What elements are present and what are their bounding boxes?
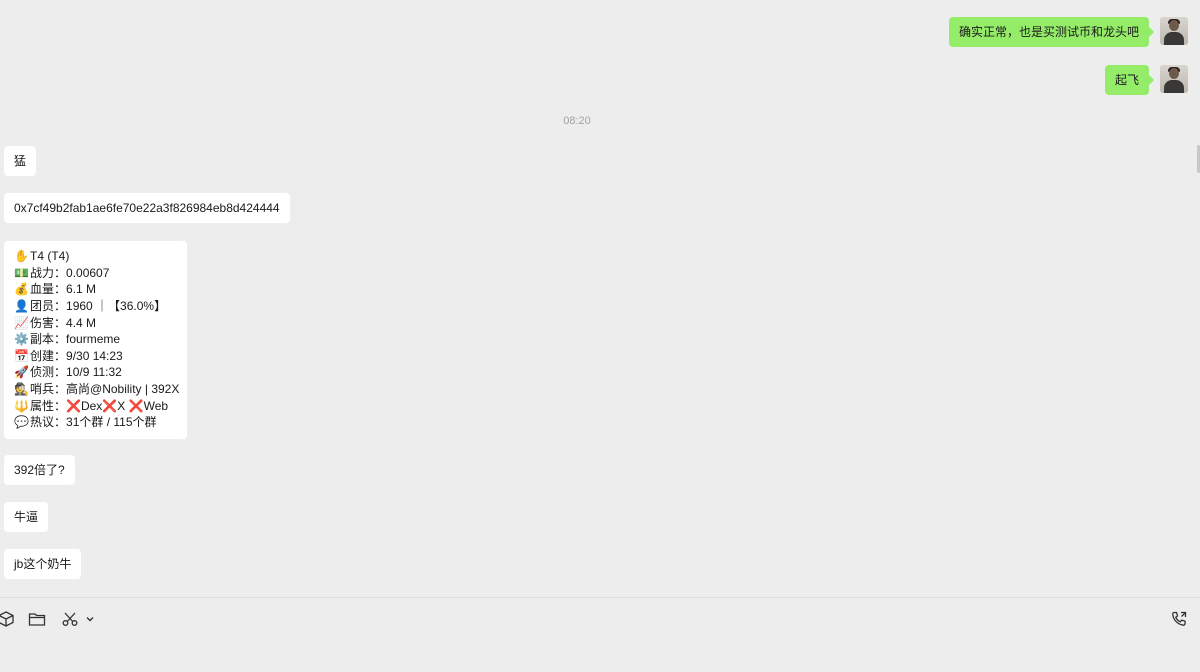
calendar-icon: 📅	[14, 348, 29, 363]
incoming-message-bubble[interactable]: 猛	[4, 146, 37, 176]
detective-icon: 🕵	[14, 382, 29, 397]
card-value: fourmeme	[66, 332, 121, 347]
message-timestamp: 08:20	[563, 115, 591, 127]
chevron-down-icon[interactable]	[84, 612, 96, 632]
card-label: 血量：	[30, 282, 67, 297]
card-power-line: 💵战力：0.00607	[14, 265, 177, 282]
card-attr-line: 🔱属性：❌Dex❌X ❌Web	[14, 398, 177, 415]
card-value: Web	[143, 398, 169, 413]
card-value: X	[117, 398, 126, 413]
card-members-line: 👤团员：1960 ｜【36.0%】	[14, 298, 177, 315]
card-discuss-line: 💬热议：31个群 / 115个群	[14, 414, 177, 431]
card-created-line: 📅创建：9/30 14:23	[14, 348, 177, 365]
avatar[interactable]	[1160, 65, 1188, 93]
money-bag-icon: 💰	[14, 282, 29, 297]
card-label: 热议：	[30, 415, 67, 430]
outgoing-message-row: 起飞	[1104, 65, 1188, 95]
outgoing-message-bubble[interactable]: 起飞	[1104, 65, 1155, 95]
rocket-icon: 🚀	[14, 365, 29, 380]
chart-up-icon: 📈	[14, 315, 29, 330]
card-label: 伤害：	[30, 315, 67, 330]
outgoing-message-row: 确实正常，也是买测试币和龙头吧	[948, 17, 1188, 47]
card-title-line: ✋T4 (T4)	[14, 248, 177, 265]
card-value: Dex	[80, 398, 103, 413]
incoming-message-bubble[interactable]: jb这个奶牛	[4, 549, 82, 579]
cross-icon: ❌	[102, 398, 118, 413]
cross-icon: ❌	[66, 398, 81, 413]
trident-icon: 🔱	[14, 398, 29, 413]
scissors-icon[interactable]	[61, 610, 81, 630]
gear-icon: ⚙️	[14, 332, 29, 347]
card-value: 31个群 / 115个群	[66, 415, 157, 430]
card-value: 高尚@Nobility | 392X	[66, 382, 180, 397]
card-value: 1960 ｜【36.0%】	[66, 298, 167, 313]
sticker-icon[interactable]	[0, 610, 17, 630]
card-value: 4.4 M	[66, 315, 97, 330]
money-icon: 💵	[14, 265, 29, 280]
speech-bubble-icon: 💬	[14, 415, 29, 430]
chat-message-area: 确实正常，也是买测试币和龙头吧 起飞 08:20 猛 0x7cf49b2fab1…	[0, 0, 1200, 597]
card-label: 创建：	[30, 348, 67, 363]
hand-icon: ✋	[14, 249, 29, 263]
card-label: 副本：	[30, 332, 67, 347]
card-blood-line: 💰血量：6.1 M	[14, 281, 177, 298]
outgoing-message-bubble[interactable]: 确实正常，也是买测试币和龙头吧	[948, 17, 1155, 47]
card-label: 哨兵：	[30, 382, 67, 397]
person-icon: 👤	[14, 298, 29, 313]
card-damage-line: 📈伤害：4.4 M	[14, 315, 177, 332]
card-value: 6.1 M	[66, 282, 97, 297]
incoming-message-bubble[interactable]: 0x7cf49b2fab1ae6fe70e22a3f826984eb8d4244…	[4, 193, 290, 223]
card-detected-line: 🚀侦测：10/9 11:32	[14, 364, 177, 381]
card-label: 团员：	[30, 298, 67, 313]
cross-icon: ❌	[128, 398, 144, 413]
card-dungeon-line: ⚙️副本：fourmeme	[14, 331, 177, 348]
folder-icon[interactable]	[28, 610, 48, 630]
incoming-token-card[interactable]: ✋T4 (T4) 💵战力：0.00607 💰血量：6.1 M 👤团员：1960 …	[4, 241, 187, 440]
card-value: 10/9 11:32	[66, 365, 122, 380]
card-title: T4 (T4)	[30, 249, 70, 263]
card-label: 侦测：	[30, 365, 67, 380]
card-sentry-line: 🕵哨兵：高尚@Nobility | 392X	[14, 381, 180, 398]
avatar[interactable]	[1160, 17, 1188, 45]
card-label: 战力：	[30, 265, 67, 280]
card-value: 0.00607	[66, 265, 110, 280]
card-label: 属性：	[30, 398, 67, 413]
incoming-message-bubble[interactable]: 392倍了?	[4, 455, 75, 485]
phone-call-icon[interactable]	[1170, 610, 1190, 630]
input-toolbar	[0, 597, 1200, 672]
card-value: 9/30 14:23	[66, 348, 123, 363]
incoming-message-bubble[interactable]: 牛逼	[4, 502, 49, 532]
